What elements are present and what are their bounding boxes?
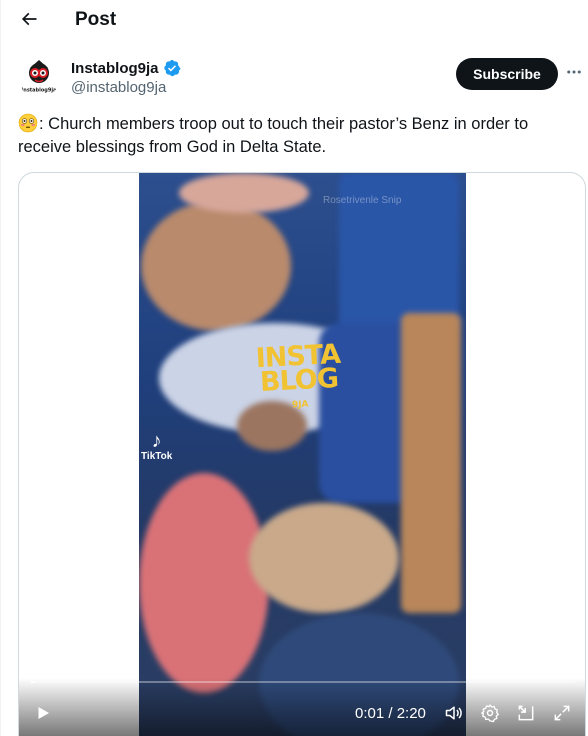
settings-button[interactable] xyxy=(477,701,503,729)
volume-button[interactable] xyxy=(441,701,467,729)
picture-in-picture-button[interactable] xyxy=(513,701,539,729)
fullscreen-icon xyxy=(552,703,572,728)
tiktok-label: TikTok xyxy=(141,451,173,462)
video-faded-caption: Rosetrivenle Snip xyxy=(323,195,402,206)
avatar[interactable]: instablog9ja xyxy=(18,56,60,98)
scene-head-bottom xyxy=(249,503,399,613)
video-progress-fill xyxy=(31,681,35,683)
play-button[interactable] xyxy=(29,701,57,729)
tiktok-icon: ♪ xyxy=(151,430,162,452)
page-left-border xyxy=(0,0,1,736)
picture-in-picture-icon xyxy=(516,703,536,728)
video-time: 0:01 / 2:20 xyxy=(355,705,426,722)
tiktok-watermark: ♪ TikTok xyxy=(141,431,172,462)
scene-shirt-red xyxy=(139,473,269,693)
scene-head-top xyxy=(141,201,291,331)
video-frame[interactable]: Rosetrivenle Snip INSTA BLOG 9JA ♪ TikTo… xyxy=(139,173,466,736)
play-icon xyxy=(34,704,52,727)
instablog-watermark: INSTA BLOG 9JA xyxy=(254,338,343,419)
arrow-left-icon xyxy=(19,9,39,34)
flushed-face-emoji-icon xyxy=(18,113,38,133)
fullscreen-button[interactable] xyxy=(549,701,575,729)
author-name-text: Instablog9ja xyxy=(71,59,159,77)
instablog9ja-logo: instablog9ja xyxy=(18,56,60,98)
volume-icon xyxy=(444,703,464,728)
more-options-button[interactable] xyxy=(562,62,586,86)
svg-text:instablog9ja: instablog9ja xyxy=(22,88,57,94)
watermark-main: INSTA BLOG xyxy=(254,338,341,399)
video-progress-bar[interactable] xyxy=(31,681,575,683)
post-body-text: : Church members troop out to touch thei… xyxy=(18,115,529,156)
settings-icon xyxy=(480,703,500,728)
page-title: Post xyxy=(75,9,117,30)
subscribe-button[interactable]: Subscribe xyxy=(456,58,558,90)
verified-badge-icon xyxy=(163,59,181,77)
more-horizontal-icon xyxy=(565,63,583,86)
back-button[interactable] xyxy=(14,6,44,36)
author-name[interactable]: Instablog9ja xyxy=(71,59,181,77)
author-handle[interactable]: @instablog9ja xyxy=(71,79,166,96)
scene-wood-rail xyxy=(401,313,461,613)
top-header: Post xyxy=(0,0,588,40)
video-player[interactable]: Rosetrivenle Snip INSTA BLOG 9JA ♪ TikTo… xyxy=(18,172,586,736)
post-text: : Church members troop out to touch thei… xyxy=(18,113,578,159)
scene-shirt-top xyxy=(179,173,309,213)
